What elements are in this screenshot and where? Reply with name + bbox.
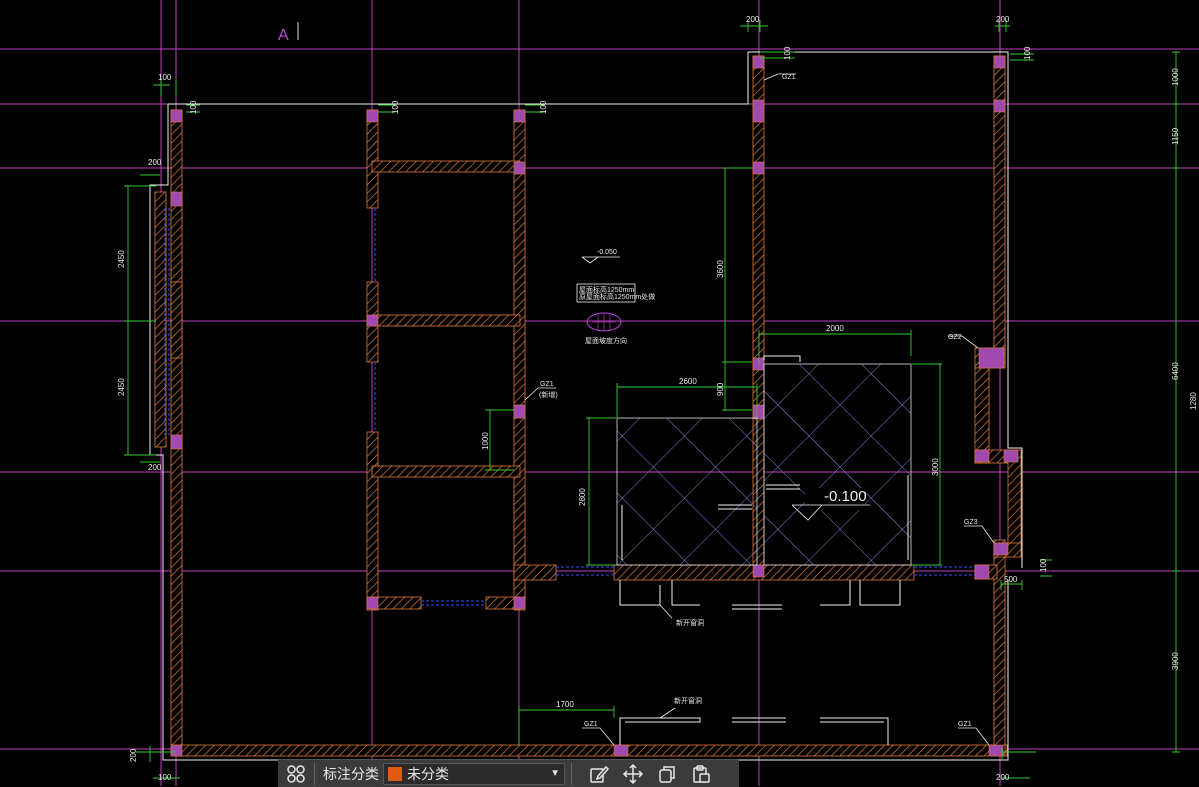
dim-wall-c: 100 [539, 100, 548, 114]
cad-drawing-canvas[interactable]: A -0.050 -0.100 屋面标高1250mm 原屋面标高1250mm处做… [0, 0, 1199, 786]
dim-2000: 2000 [826, 324, 844, 333]
dim-left-2450-upper: 2450 [117, 250, 126, 268]
category-color-swatch [388, 766, 402, 781]
dim-1000: 1000 [481, 432, 490, 450]
dim-right-bottom: 200 [996, 773, 1010, 782]
dim-2600: 2600 [679, 377, 697, 386]
dim-left-bottom: 100 [158, 773, 172, 782]
dim-500: 500 [1004, 575, 1018, 584]
gz-tag-c: GZ1 [540, 381, 554, 388]
dim-left-2450-lower: 2450 [117, 378, 126, 396]
level-text-main: -0.100 [824, 488, 867, 505]
dim-left-200-c: 200 [129, 748, 138, 762]
dim-left-200-a: 200 [148, 158, 162, 167]
dim-wall-a: 100 [189, 100, 198, 114]
grid-menu-icon[interactable] [284, 762, 308, 786]
dim-wall-d: 100 [783, 46, 792, 60]
dim-wall-e: 100 [1023, 46, 1032, 60]
dim-wall-b: 100 [391, 100, 400, 114]
chevron-down-icon: ▼ [550, 768, 560, 779]
grid-label-a: A [278, 27, 289, 44]
gz-tag-a: GZ1 [782, 74, 796, 81]
leader-text-a: 新开窗洞 [676, 618, 704, 627]
roof-slope-caption: 屋面坡度方向 [585, 336, 627, 345]
dim-right-upper-top: 200 [746, 15, 760, 24]
toolbar-divider [314, 762, 315, 785]
toolbar-divider [571, 762, 572, 785]
dim-left-200-b: 200 [148, 463, 162, 472]
level-marker-upper [581, 256, 620, 264]
category-select-value: 未分类 [407, 766, 449, 783]
level-text-upper: -0.050 [597, 249, 617, 256]
dim-right-12800: 1280 [1189, 392, 1198, 410]
dim-right-3900: 3900 [1171, 652, 1180, 670]
note-box-line-1: 屋面标高1250mm [579, 285, 634, 294]
annotation-category-label: 标注分类 [323, 766, 379, 783]
leader-text-b: 新开窗洞 [674, 696, 702, 705]
dim-900: 900 [716, 382, 725, 396]
gz-tag-c-sub: (新增) [539, 390, 558, 399]
annotation-toolbar: 标注分类 未分类 ▼ [278, 759, 739, 787]
dimension-lines [124, 20, 1180, 779]
dim-right-6400: 6400 [1171, 362, 1180, 380]
dim-2800: 2800 [578, 488, 587, 506]
dim-wall-f: 100 [1039, 558, 1048, 572]
note-box-line-2: 原屋面标高1250mm处做 [579, 292, 655, 301]
dim-1700: 1700 [556, 700, 574, 709]
gz-tag-f: GZ1 [958, 721, 972, 728]
dim-right-1000: 1000 [1171, 68, 1180, 86]
gz-tag-d: GZ3 [964, 519, 978, 526]
gz-tag-e: GZ1 [584, 721, 598, 728]
paste-icon[interactable] [688, 762, 714, 786]
dim-3000: 3000 [931, 458, 940, 476]
move-icon[interactable] [620, 762, 646, 786]
dim-right-top: 200 [996, 15, 1010, 24]
dim-3600: 3600 [716, 260, 725, 278]
tiled-rooms [616, 363, 912, 566]
gz-tag-b: GZ2 [948, 334, 962, 341]
dim-right-1150: 1150 [1171, 127, 1180, 145]
roof-slope-hatch [592, 313, 616, 331]
edit-icon[interactable] [586, 762, 612, 786]
annotation-category-select[interactable]: 未分类 ▼ [383, 762, 565, 785]
copy-icon[interactable] [654, 762, 680, 786]
dim-left-top: 100 [158, 73, 172, 82]
